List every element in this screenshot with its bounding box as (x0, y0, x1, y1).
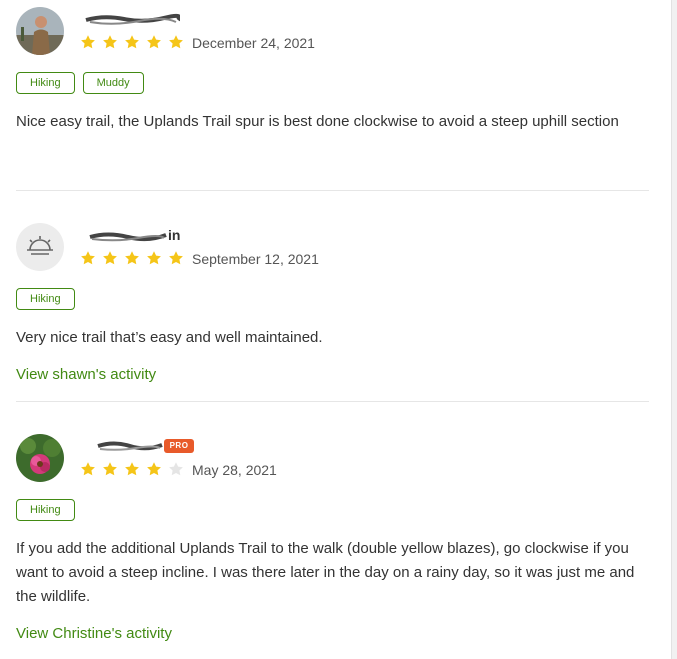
star-filled-icon (81, 462, 95, 476)
scrollbar[interactable] (671, 0, 677, 659)
tag-hiking[interactable]: Hiking (16, 72, 75, 94)
divider (16, 401, 649, 402)
user-photo-avatar (16, 7, 64, 55)
review-date: May 28, 2021 (192, 462, 277, 478)
star-filled-icon (169, 35, 183, 49)
redacted-username[interactable] (88, 228, 168, 244)
star-filled-icon (103, 462, 117, 476)
star-filled-icon (81, 251, 95, 265)
star-filled-icon (125, 251, 139, 265)
avatar[interactable] (16, 434, 64, 482)
star-empty-icon (169, 462, 183, 476)
avatar[interactable] (16, 223, 64, 271)
star-filled-icon (169, 251, 183, 265)
tag-list: Hiking (16, 288, 75, 310)
review-date: September 12, 2021 (192, 251, 319, 267)
tag-hiking[interactable]: Hiking (16, 499, 75, 521)
username-suffix[interactable]: in (168, 227, 180, 243)
tag-muddy[interactable]: Muddy (82, 72, 144, 94)
divider (16, 190, 649, 191)
star-filled-icon (147, 462, 161, 476)
redacted-username[interactable] (96, 438, 164, 454)
star-filled-icon (125, 35, 139, 49)
star-filled-icon (147, 35, 161, 49)
star-rating (80, 461, 184, 479)
review-text: Nice easy trail, the Uplands Trail spur … (16, 113, 619, 130)
flower-photo-avatar (16, 434, 64, 482)
review-date: December 24, 2021 (192, 35, 315, 51)
tag-list: Hiking Muddy (16, 72, 144, 94)
star-filled-icon (147, 251, 161, 265)
pro-badge: PRO (164, 439, 194, 453)
view-activity-link[interactable]: View shawn's activity (16, 365, 156, 385)
avatar[interactable] (16, 7, 64, 55)
tag-hiking[interactable]: Hiking (16, 288, 75, 310)
sunrise-icon (27, 236, 53, 255)
redacted-username[interactable] (84, 12, 180, 28)
star-filled-icon (125, 462, 139, 476)
tag-list: Hiking (16, 499, 75, 521)
star-rating (80, 34, 184, 52)
star-filled-icon (81, 35, 95, 49)
star-filled-icon (103, 251, 117, 265)
review-text: Very nice trail that’s easy and well mai… (16, 329, 323, 346)
star-filled-icon (103, 35, 117, 49)
star-rating (80, 250, 184, 268)
review-text: If you add the additional Uplands Trail … (16, 540, 635, 605)
view-activity-link[interactable]: View Christine's activity (16, 624, 172, 644)
